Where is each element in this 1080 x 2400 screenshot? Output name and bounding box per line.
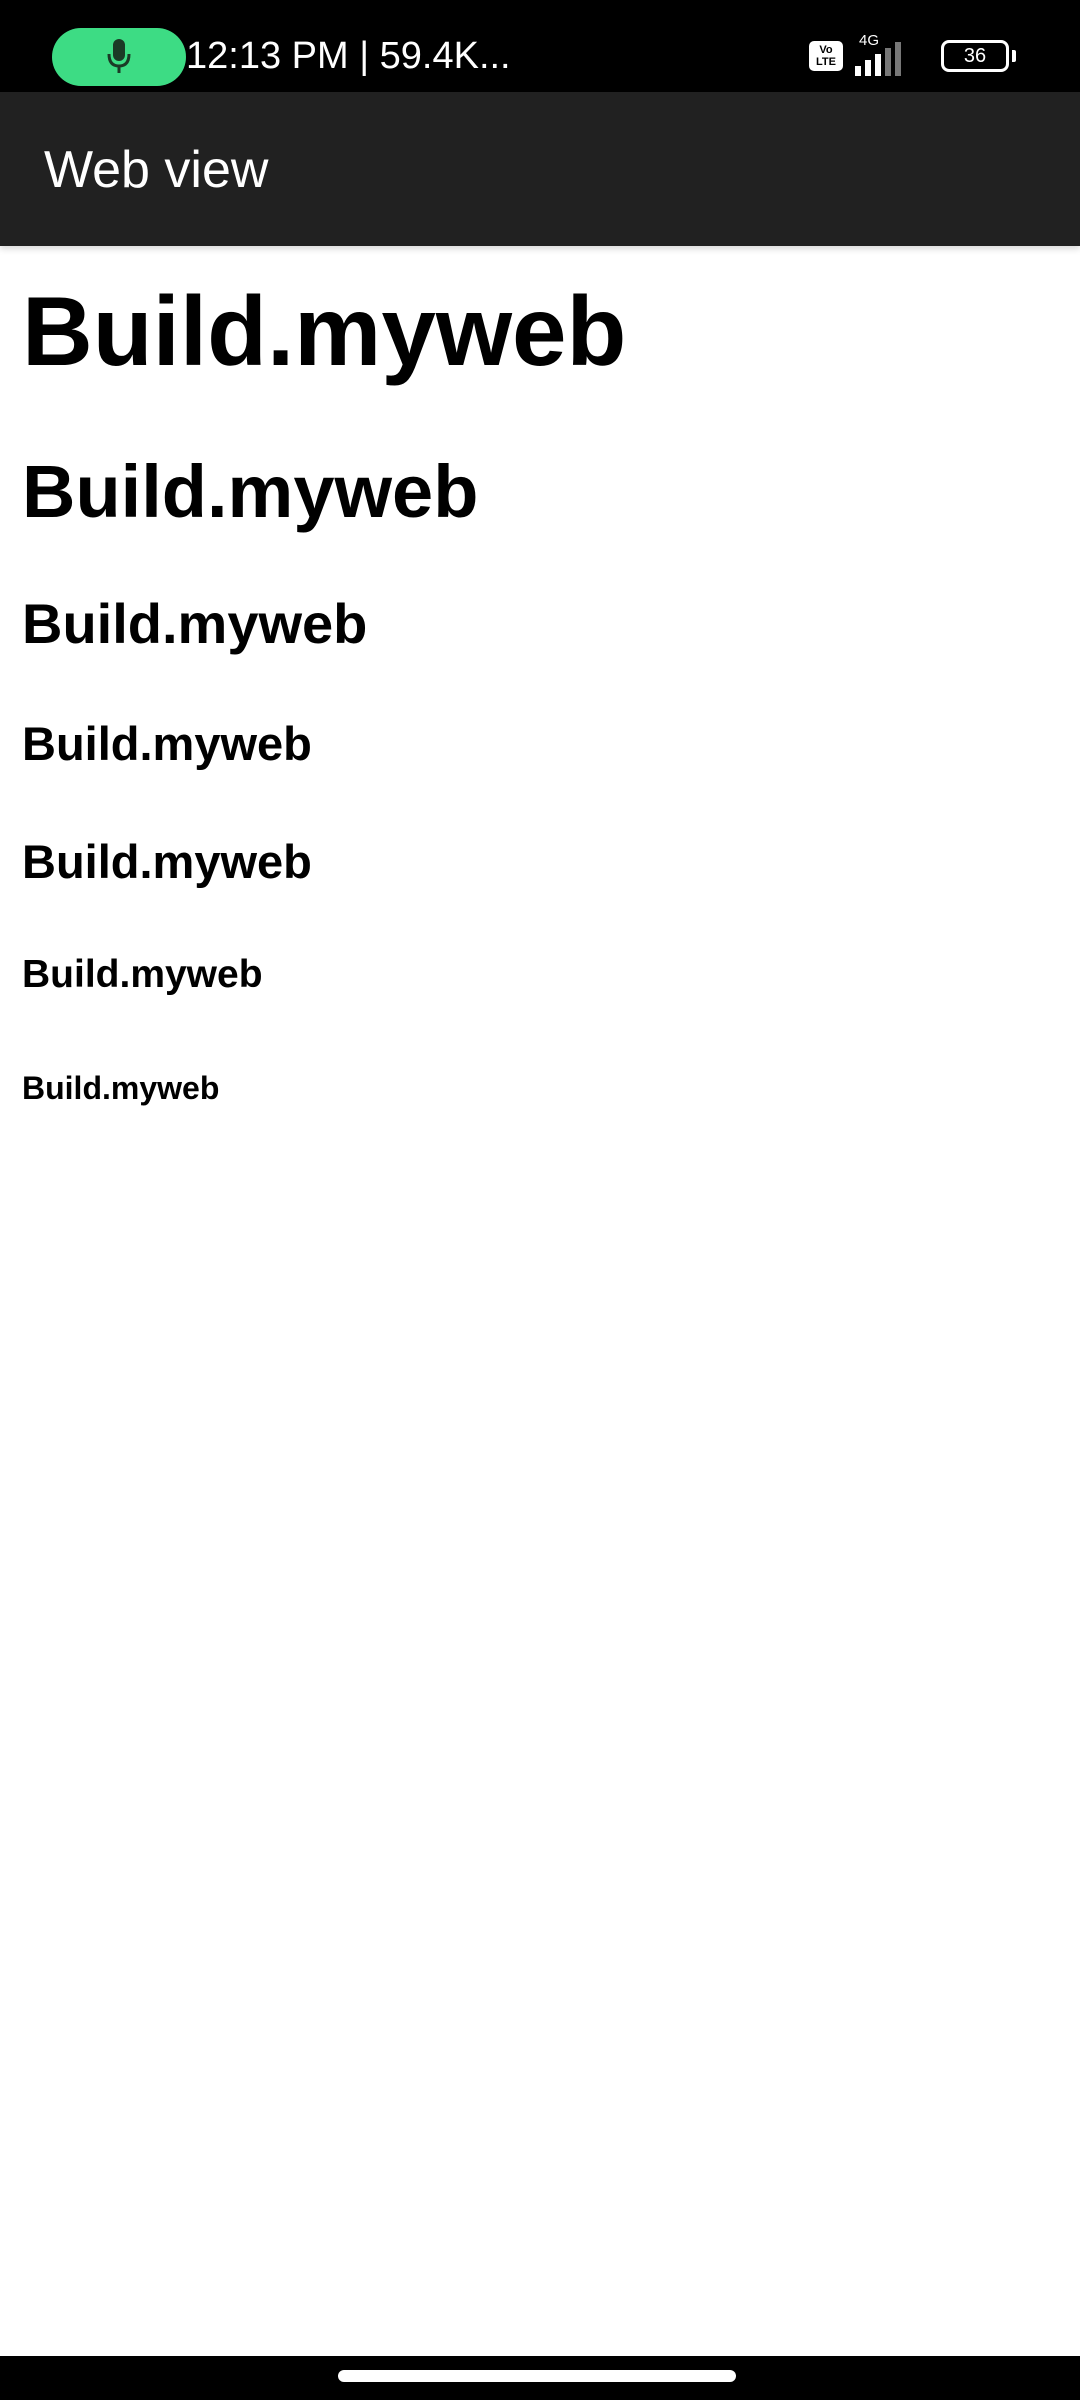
- heading-2: Build.myweb: [22, 450, 479, 533]
- heading-6: Build.myweb: [22, 953, 263, 996]
- heading-5: Build.myweb: [22, 835, 312, 888]
- heading-3: Build.myweb: [22, 592, 368, 655]
- status-icons: Vo LTE 4G 36: [809, 32, 1016, 76]
- signal-icon: 4G: [855, 32, 927, 76]
- volte-label-top: Vo: [819, 44, 833, 56]
- battery-tip: [1012, 50, 1016, 62]
- battery-icon: 36: [941, 40, 1009, 72]
- screen: 12:13 PM | 59.4K... Vo LTE 4G 36 Web vie…: [0, 0, 1080, 2400]
- volte-icon: Vo LTE: [809, 41, 843, 71]
- heading-7: Build.myweb: [22, 1070, 220, 1106]
- volte-label-bottom: LTE: [816, 56, 836, 68]
- mic-indicator-pill[interactable]: [52, 28, 186, 86]
- status-time: 12:13 PM | 59.4K...: [186, 35, 511, 77]
- heading-1: Build.myweb: [22, 276, 627, 386]
- app-title: Web view: [44, 141, 269, 199]
- microphone-icon: [107, 39, 131, 73]
- navigation-bar: [0, 2356, 1080, 2400]
- battery-level: 36: [963, 45, 987, 67]
- app-bar: Web view: [0, 92, 1080, 246]
- signal-bars: [855, 42, 901, 76]
- status-bar: 12:13 PM | 59.4K... Vo LTE 4G 36: [0, 0, 1080, 92]
- home-indicator[interactable]: [338, 2370, 736, 2382]
- heading-4: Build.myweb: [22, 717, 312, 770]
